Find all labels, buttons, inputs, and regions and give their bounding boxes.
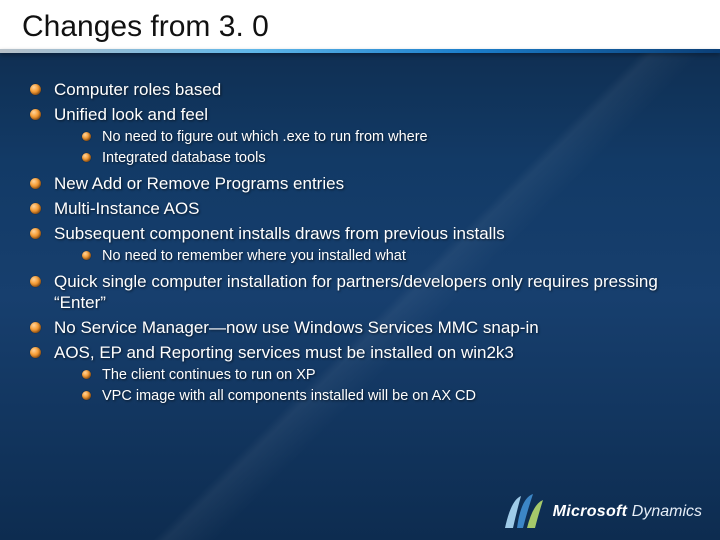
bullet-item: Computer roles based xyxy=(30,79,690,100)
sub-list: The client continues to run on XP VPC im… xyxy=(54,366,690,405)
sub-item: No need to remember where you installed … xyxy=(82,247,690,265)
page-title: Changes from 3. 0 xyxy=(22,10,708,43)
title-underline xyxy=(0,49,720,53)
brand-text: Microsoft Dynamics xyxy=(553,503,702,521)
brand-dynamics: Dynamics xyxy=(632,503,702,520)
bullet-item: AOS, EP and Reporting services must be i… xyxy=(30,342,690,405)
sub-item: Integrated database tools xyxy=(82,149,690,167)
bullet-item: No Service Manager—now use Windows Servi… xyxy=(30,317,690,338)
bullet-text: Unified look and feel xyxy=(54,105,208,124)
sub-item: VPC image with all components installed … xyxy=(82,387,690,405)
dynamics-logo-icon xyxy=(503,494,543,530)
bullet-item: Multi-Instance AOS xyxy=(30,198,690,219)
bullet-text: AOS, EP and Reporting services must be i… xyxy=(54,343,514,362)
content-body: Computer roles based Unified look and fe… xyxy=(0,51,720,405)
header: Changes from 3. 0 xyxy=(0,0,720,51)
bullet-item: Quick single computer installation for p… xyxy=(30,271,690,314)
slide: Changes from 3. 0 Computer roles based U… xyxy=(0,0,720,540)
bullet-item: Subsequent component installs draws from… xyxy=(30,223,690,264)
sub-list: No need to figure out which .exe to run … xyxy=(54,128,690,167)
brand-microsoft: Microsoft xyxy=(553,503,628,520)
bullet-list: Computer roles based Unified look and fe… xyxy=(30,79,690,405)
bullet-item: Unified look and feel No need to figure … xyxy=(30,104,690,167)
bullet-item: New Add or Remove Programs entries xyxy=(30,173,690,194)
sub-item: The client continues to run on XP xyxy=(82,366,690,384)
sub-list: No need to remember where you installed … xyxy=(54,247,690,265)
sub-item: No need to figure out which .exe to run … xyxy=(82,128,690,146)
bullet-text: Subsequent component installs draws from… xyxy=(54,224,505,243)
footer: Microsoft Dynamics xyxy=(503,494,702,530)
